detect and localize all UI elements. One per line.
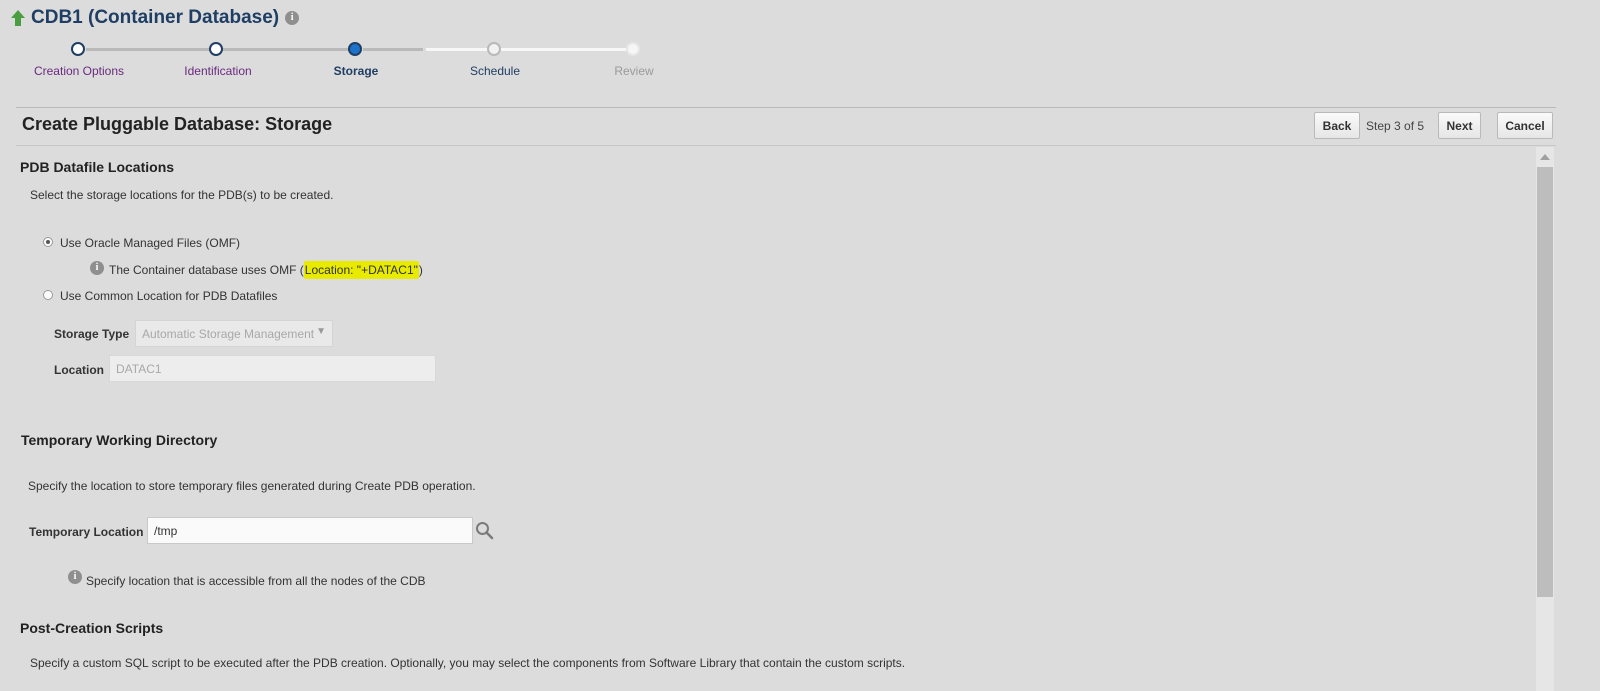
train-stop-storage	[348, 42, 362, 56]
temp-location-input[interactable]: /tmp	[147, 517, 473, 544]
temp-location-label: Temporary Location	[29, 525, 144, 539]
temp-location-note: Specify location that is accessible from…	[86, 574, 426, 588]
section-description: Specify a custom SQL script to be execut…	[30, 656, 906, 670]
chevron-up-icon	[1540, 153, 1550, 160]
section-heading-temp-dir: Temporary Working Directory	[21, 432, 218, 448]
train-stop-schedule[interactable]	[487, 42, 501, 56]
train-label-creation-options[interactable]: Creation Options	[9, 64, 149, 78]
train-stop-creation-options[interactable]	[71, 42, 85, 56]
section-heading-pdb-datafile: PDB Datafile Locations	[20, 159, 175, 175]
section-heading-post-scripts: Post-Creation Scripts	[20, 620, 164, 636]
cancel-button[interactable]: Cancel	[1497, 112, 1553, 139]
omf-note-prefix: The Container database uses OMF (	[109, 263, 304, 277]
section-description: Specify the location to store temporary …	[28, 479, 476, 493]
scroll-up-button[interactable]	[1536, 147, 1554, 165]
divider	[16, 107, 1556, 108]
sub-title: Create Pluggable Database: Storage	[22, 114, 333, 134]
train-connector	[363, 48, 423, 51]
storage-type-value: Automatic Storage Management	[142, 326, 315, 341]
storage-type-label: Storage Type	[54, 327, 130, 341]
divider	[16, 145, 1556, 146]
section-description: Select the storage locations for the PDB…	[30, 188, 334, 202]
up-arrow-icon	[11, 10, 25, 26]
train-label-schedule[interactable]: Schedule	[425, 64, 565, 78]
search-icon[interactable]	[475, 521, 494, 540]
info-icon: i	[68, 570, 82, 584]
back-button[interactable]: Back	[1314, 112, 1360, 139]
info-icon: i	[90, 261, 104, 275]
page-title: CDB1 (Container Database)	[31, 7, 280, 28]
location-label: Location	[54, 363, 104, 377]
omf-note: The Container database uses OMF (Locatio…	[109, 261, 423, 279]
storage-type-select: Automatic Storage Management ▼	[135, 320, 333, 347]
omf-radio-label[interactable]: Use Oracle Managed Files (OMF)	[60, 236, 240, 250]
step-indicator: Step 3 of 5	[1366, 119, 1425, 133]
train-label-review: Review	[614, 64, 654, 78]
omf-location-highlight: Location: "+DATAC1"	[303, 261, 419, 279]
common-location-radio-label[interactable]: Use Common Location for PDB Datafiles	[60, 289, 277, 303]
train-label-identification[interactable]: Identification	[148, 64, 288, 78]
common-location-radio[interactable]	[43, 290, 53, 300]
train-connector	[426, 48, 626, 51]
chevron-down-icon: ▼	[316, 326, 326, 337]
omf-radio[interactable]	[43, 237, 53, 247]
info-icon[interactable]: i	[285, 11, 300, 25]
train-label-storage: Storage	[333, 64, 379, 78]
next-button[interactable]: Next	[1438, 112, 1481, 139]
train-stop-identification[interactable]	[209, 42, 223, 56]
scrollbar-thumb[interactable]	[1537, 167, 1553, 597]
train-stop-review	[626, 42, 640, 56]
title-row: CDB1 (Container Database) i	[10, 6, 300, 30]
location-input: DATAC1	[109, 355, 436, 382]
omf-note-suffix: )	[418, 263, 423, 277]
